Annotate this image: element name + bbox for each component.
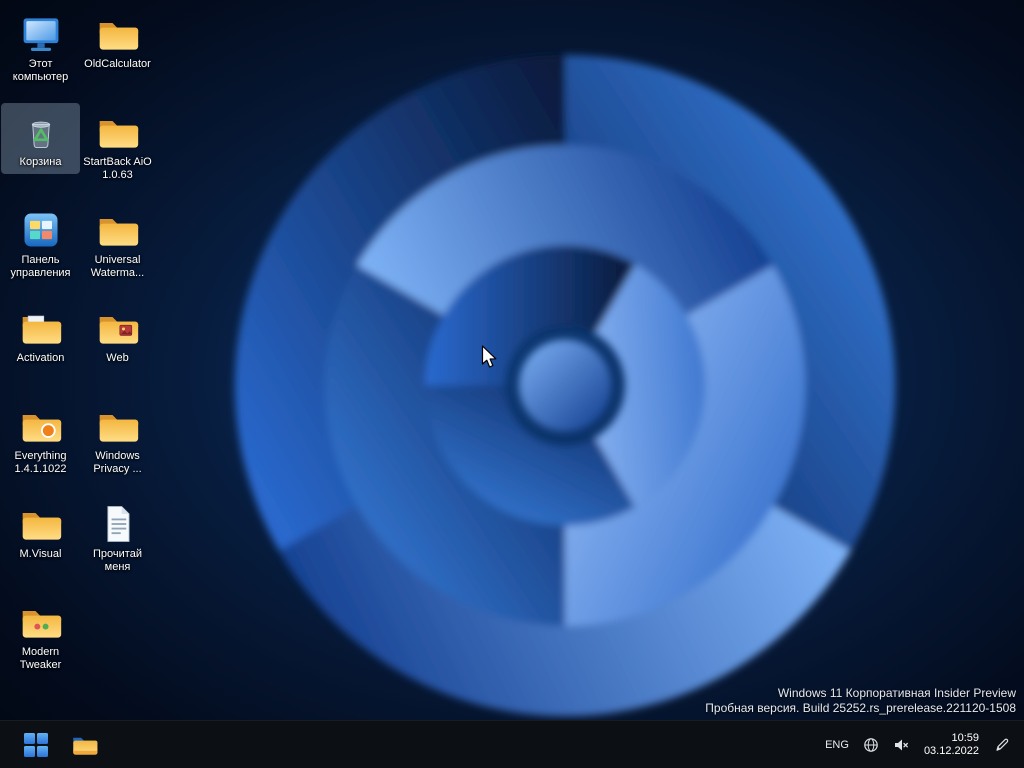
desktop-icon-activation[interactable]: Activation	[2, 300, 79, 369]
file-explorer-button[interactable]	[64, 725, 104, 765]
start-button[interactable]	[16, 725, 56, 765]
desktop-icon-label: M.Visual	[19, 548, 62, 560]
network-globe-icon[interactable]	[857, 725, 885, 765]
text-file-icon	[96, 502, 140, 546]
desktop-icon-label: Панель управления	[10, 254, 71, 279]
desktop-icon-label: Everything 1.4.1.1022	[14, 450, 67, 475]
folder-icon	[19, 502, 63, 546]
recycle-bin-icon	[19, 110, 63, 154]
desktop-icon-control-panel[interactable]: Панель управления	[2, 202, 79, 284]
pen-icon[interactable]	[988, 725, 1016, 765]
volume-muted-icon[interactable]	[887, 725, 915, 765]
desktop-icon-label: Корзина	[19, 156, 62, 168]
language-indicator[interactable]: ENG	[819, 725, 855, 765]
clock[interactable]: 10:59 03.12.2022	[917, 730, 986, 760]
desktop-icon-label: Этот компьютер	[12, 58, 69, 83]
folder-icon	[96, 208, 140, 252]
computer-icon	[19, 12, 63, 56]
clock-time: 10:59	[951, 731, 979, 744]
desktop-icon-grid: Этот компьютер OldCalculator Корзина Sta…	[1, 6, 156, 692]
desktop: Этот компьютер OldCalculator Корзина Sta…	[0, 0, 1024, 768]
desktop-icon-startback[interactable]: StartBack AiO 1.0.63	[79, 104, 156, 186]
folder-icon	[96, 110, 140, 154]
system-tray: ENG 10:59 03.12.2022	[819, 725, 1020, 765]
desktop-icon-label: StartBack AiO 1.0.63	[83, 156, 152, 181]
desktop-icon-everything[interactable]: Everything 1.4.1.1022	[2, 398, 79, 480]
watermark-line1: Windows 11 Корпоративная Insider Preview	[777, 686, 1016, 700]
control-panel-icon	[19, 208, 63, 252]
taskbar: ENG 10:59 03.12.2022	[0, 720, 1024, 768]
desktop-icon-mvisual[interactable]: M.Visual	[2, 496, 79, 565]
desktop-icon-label: Прочитай меня	[93, 548, 142, 573]
folder-web-icon	[96, 306, 140, 350]
desktop-icon-label: Universal Waterma...	[90, 254, 145, 279]
desktop-icon-label: Web	[106, 352, 129, 364]
folder-tweaker-icon	[19, 600, 63, 644]
build-watermark: Windows 11 Корпоративная Insider Preview…	[705, 686, 1016, 716]
watermark-line2: Пробная версия. Build 25252.rs_prereleas…	[705, 701, 1016, 715]
desktop-icon-recycle-bin[interactable]: Корзина	[1, 103, 80, 174]
desktop-icon-oldcalculator[interactable]: OldCalculator	[79, 6, 156, 75]
folder-icon	[96, 404, 140, 448]
desktop-icon-label: Modern Tweaker	[19, 646, 62, 671]
file-explorer-icon	[72, 737, 97, 755]
folder-icon	[96, 12, 140, 56]
desktop-icon-this-pc[interactable]: Этот компьютер	[2, 6, 79, 88]
desktop-icon-modern-tweaker[interactable]: Modern Tweaker	[2, 594, 79, 676]
desktop-icon-label: OldCalculator	[84, 58, 151, 70]
clock-date: 03.12.2022	[923, 744, 979, 757]
desktop-icon-universal-watermark[interactable]: Universal Waterma...	[79, 202, 156, 284]
desktop-icon-label: Activation	[16, 352, 65, 364]
folder-everything-icon	[19, 404, 63, 448]
taskbar-left	[4, 725, 104, 765]
desktop-icon-windows-privacy[interactable]: Windows Privacy ...	[79, 398, 156, 480]
folder-with-paper-icon	[19, 306, 63, 350]
desktop-icon-label: Windows Privacy ...	[93, 450, 142, 475]
windows-logo-icon	[24, 732, 48, 757]
desktop-icon-readme[interactable]: Прочитай меня	[79, 496, 156, 578]
desktop-icon-web[interactable]: Web	[79, 300, 156, 369]
